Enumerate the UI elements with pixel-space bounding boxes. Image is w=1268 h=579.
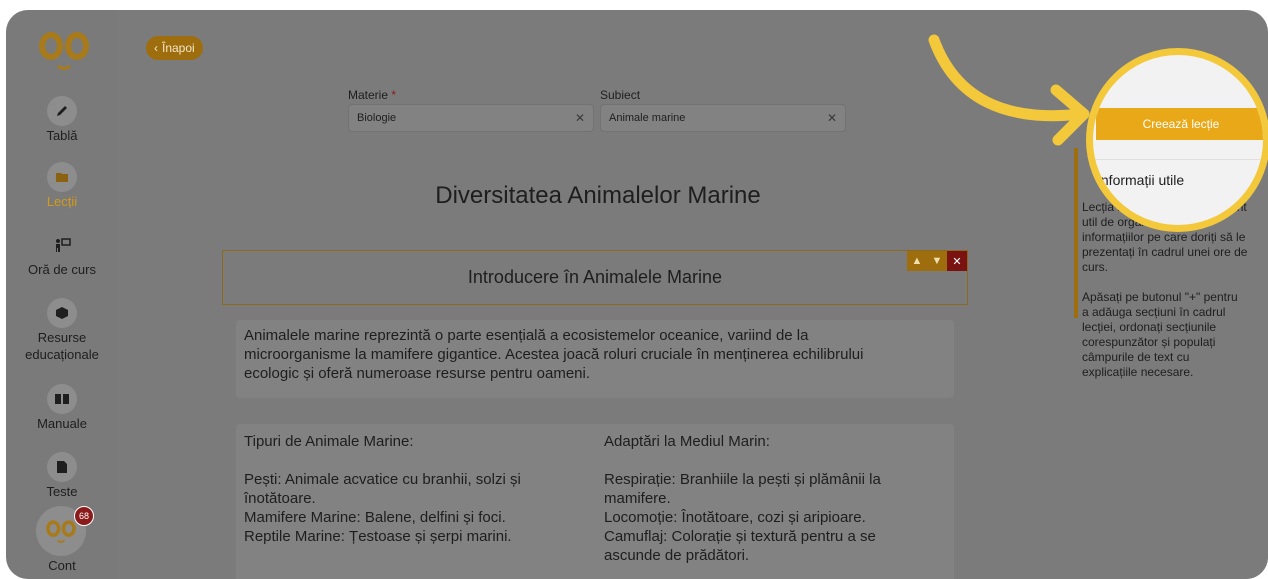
spotlight-highlight: Creează lecție Informații utile [1086,48,1268,232]
info-line: informațiilor pe care doriți să le [1082,230,1246,244]
column-line: Camuflaj: Colorație și textură pentru a … [604,528,876,545]
info-line: prezentați în cadrul unei ore de [1082,245,1248,259]
intro-line: Animalele marine reprezintă o parte esen… [244,327,809,344]
accent-bar [1074,148,1078,318]
column-line: mamifere. [604,490,671,507]
teacher-board-icon [47,230,77,260]
clear-icon[interactable]: ✕ [575,111,585,125]
column-line: Mamifere Marine: Balene, delfini și foci… [244,509,506,526]
info-line: lecției, ordonați secțiunile [1082,320,1217,334]
column-line: Locomoție: Înotătoare, cozi și aripioare… [604,509,866,526]
back-button[interactable]: ‹ Înapoi [146,36,203,60]
subiect-label: Subiect [600,88,641,102]
sidebar-item-label: Cont [48,558,76,573]
materie-value: Biologie [357,112,397,124]
column-heading: Tipuri de Animale Marine: [244,433,414,450]
sidebar: Tablă Lecții Oră de curs Resurse educați… [6,10,118,579]
subiect-value: Animale marine [609,112,686,124]
info-line: Apăsați pe butonul "+" pentru [1082,290,1238,304]
sidebar-item-label-2: educaționale [25,347,99,362]
left-column[interactable]: Tipuri de Animale Marine: Pești: Animale… [244,432,584,546]
sidebar-item-cont[interactable]: Cont [6,556,118,573]
app-logo[interactable] [36,28,92,72]
materie-label: Materie * [348,88,396,102]
info-line: explicațiile necesare. [1082,365,1194,379]
back-button-label: Înapoi [162,41,195,55]
sidebar-item-lectii[interactable]: Lecții [6,162,118,209]
chevron-left-icon: ‹ [154,41,158,55]
document-icon [47,452,77,482]
sidebar-item-label: Manuale [37,416,87,431]
column-line: ascunde de prădători. [604,547,750,564]
sidebar-item-tabla[interactable]: Tablă [6,96,118,143]
section-header[interactable]: Introducere în Animalele Marine ▲ ▼ ✕ [222,250,968,305]
chevron-up-icon[interactable]: ▲ [907,251,927,271]
chevron-down-icon[interactable]: ▼ [927,251,947,271]
sidebar-item-label: Lecții [46,194,78,209]
sidebar-item-manuale[interactable]: Manuale [6,384,118,431]
intro-line: microorganisme la mamifere gigantice. Ac… [244,346,864,363]
column-line: Pești: Animale acvatice cu branhii, solz… [244,471,521,488]
two-column-text-area[interactable]: Tipuri de Animale Marine: Pești: Animale… [236,424,954,579]
intro-text-area[interactable]: Animalele marine reprezintă o parte esen… [236,320,954,398]
section-controls: ▲ ▼ ✕ [907,251,967,271]
column-heading: Adaptări la Mediul Marin: [604,433,770,450]
column-line: Reptile Marine: Țestoase și șerpi marini… [244,528,512,545]
column-line: Respirație: Branhiile la pești și plămân… [604,471,881,488]
close-icon[interactable]: ✕ [947,251,967,271]
sidebar-item-teste[interactable]: Teste [6,452,118,499]
intro-line: ecologic și oferă numeroase resurse pent… [244,365,591,382]
curved-arrow-icon [928,34,1090,146]
right-column[interactable]: Adaptări la Mediul Marin: Respirație: Br… [604,432,944,565]
info-line: curs. [1082,260,1109,274]
sidebar-item-ora-de-curs[interactable]: Oră de curs [6,230,118,277]
sidebar-item-label: Oră de curs [28,262,96,277]
folder-icon [47,162,77,192]
cube-icon [47,298,77,328]
materie-select[interactable]: Biologie ✕ [348,104,594,132]
info-line: a adăuga secțiuni în cadrul [1082,305,1226,319]
sidebar-item-label: Teste [46,484,78,499]
materie-label-text: Materie [348,88,389,102]
info-line: câmpurile de text cu [1082,350,1190,364]
section-title[interactable]: Introducere în Animalele Marine [223,267,967,288]
sidebar-item-resurse[interactable]: Resurse educaționale [6,298,118,362]
subiect-select[interactable]: Animale marine ✕ [600,104,846,132]
info-title: Informații utile [1097,172,1185,188]
sidebar-item-label: Tablă [46,128,78,143]
lesson-title[interactable]: Diversitatea Animalelor Marine [298,182,898,210]
clear-icon[interactable]: ✕ [827,111,837,125]
required-marker: * [391,88,397,102]
book-icon [47,384,77,414]
app-window: Tablă Lecții Oră de curs Resurse educați… [6,10,1268,579]
create-lesson-button[interactable]: Creează lecție [1096,108,1263,140]
notification-badge: 68 [74,506,94,526]
column-line: înotătoare. [244,490,316,507]
divider [1093,159,1263,160]
pencil-icon [47,96,77,126]
sidebar-item-label: Resurse [37,330,87,345]
info-line: corespunzător și populați [1082,335,1216,349]
